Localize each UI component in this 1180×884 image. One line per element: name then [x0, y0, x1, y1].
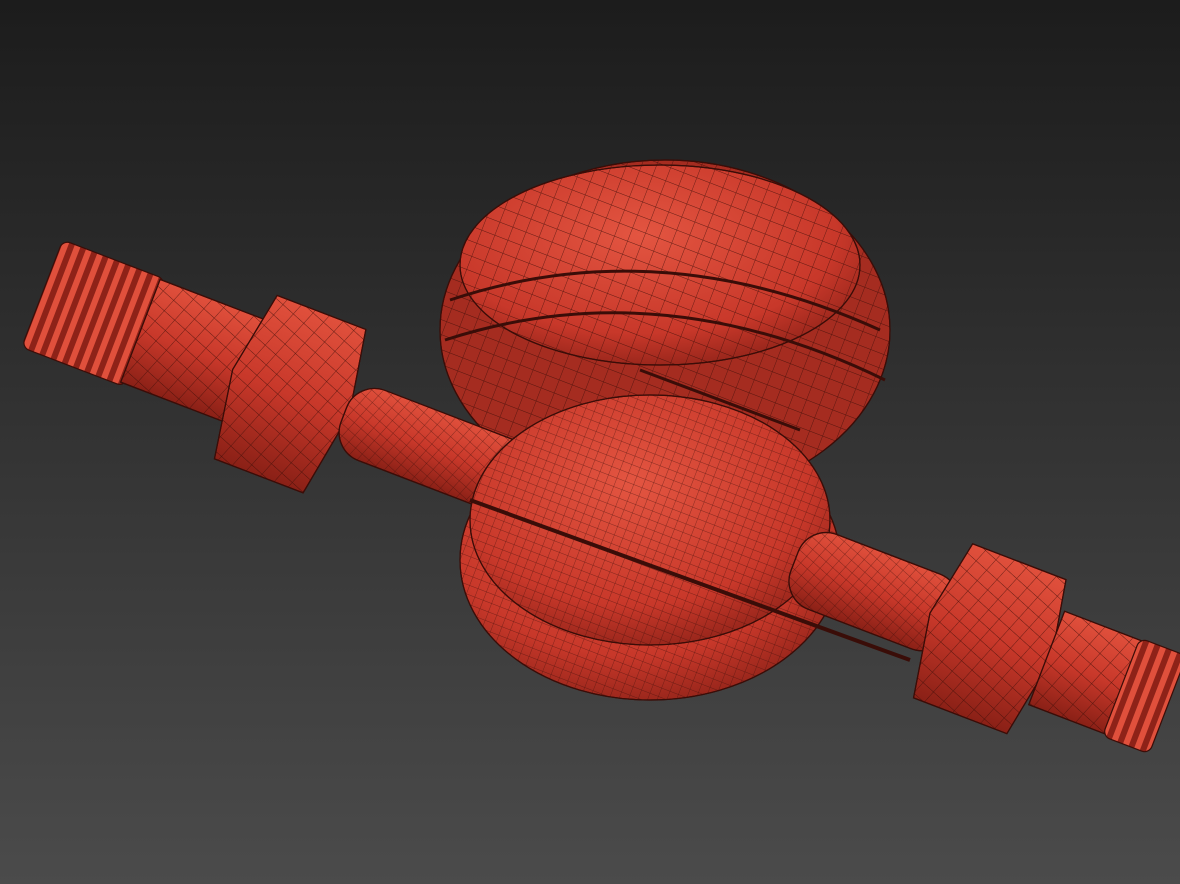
- 3d-viewport[interactable]: [0, 0, 1180, 884]
